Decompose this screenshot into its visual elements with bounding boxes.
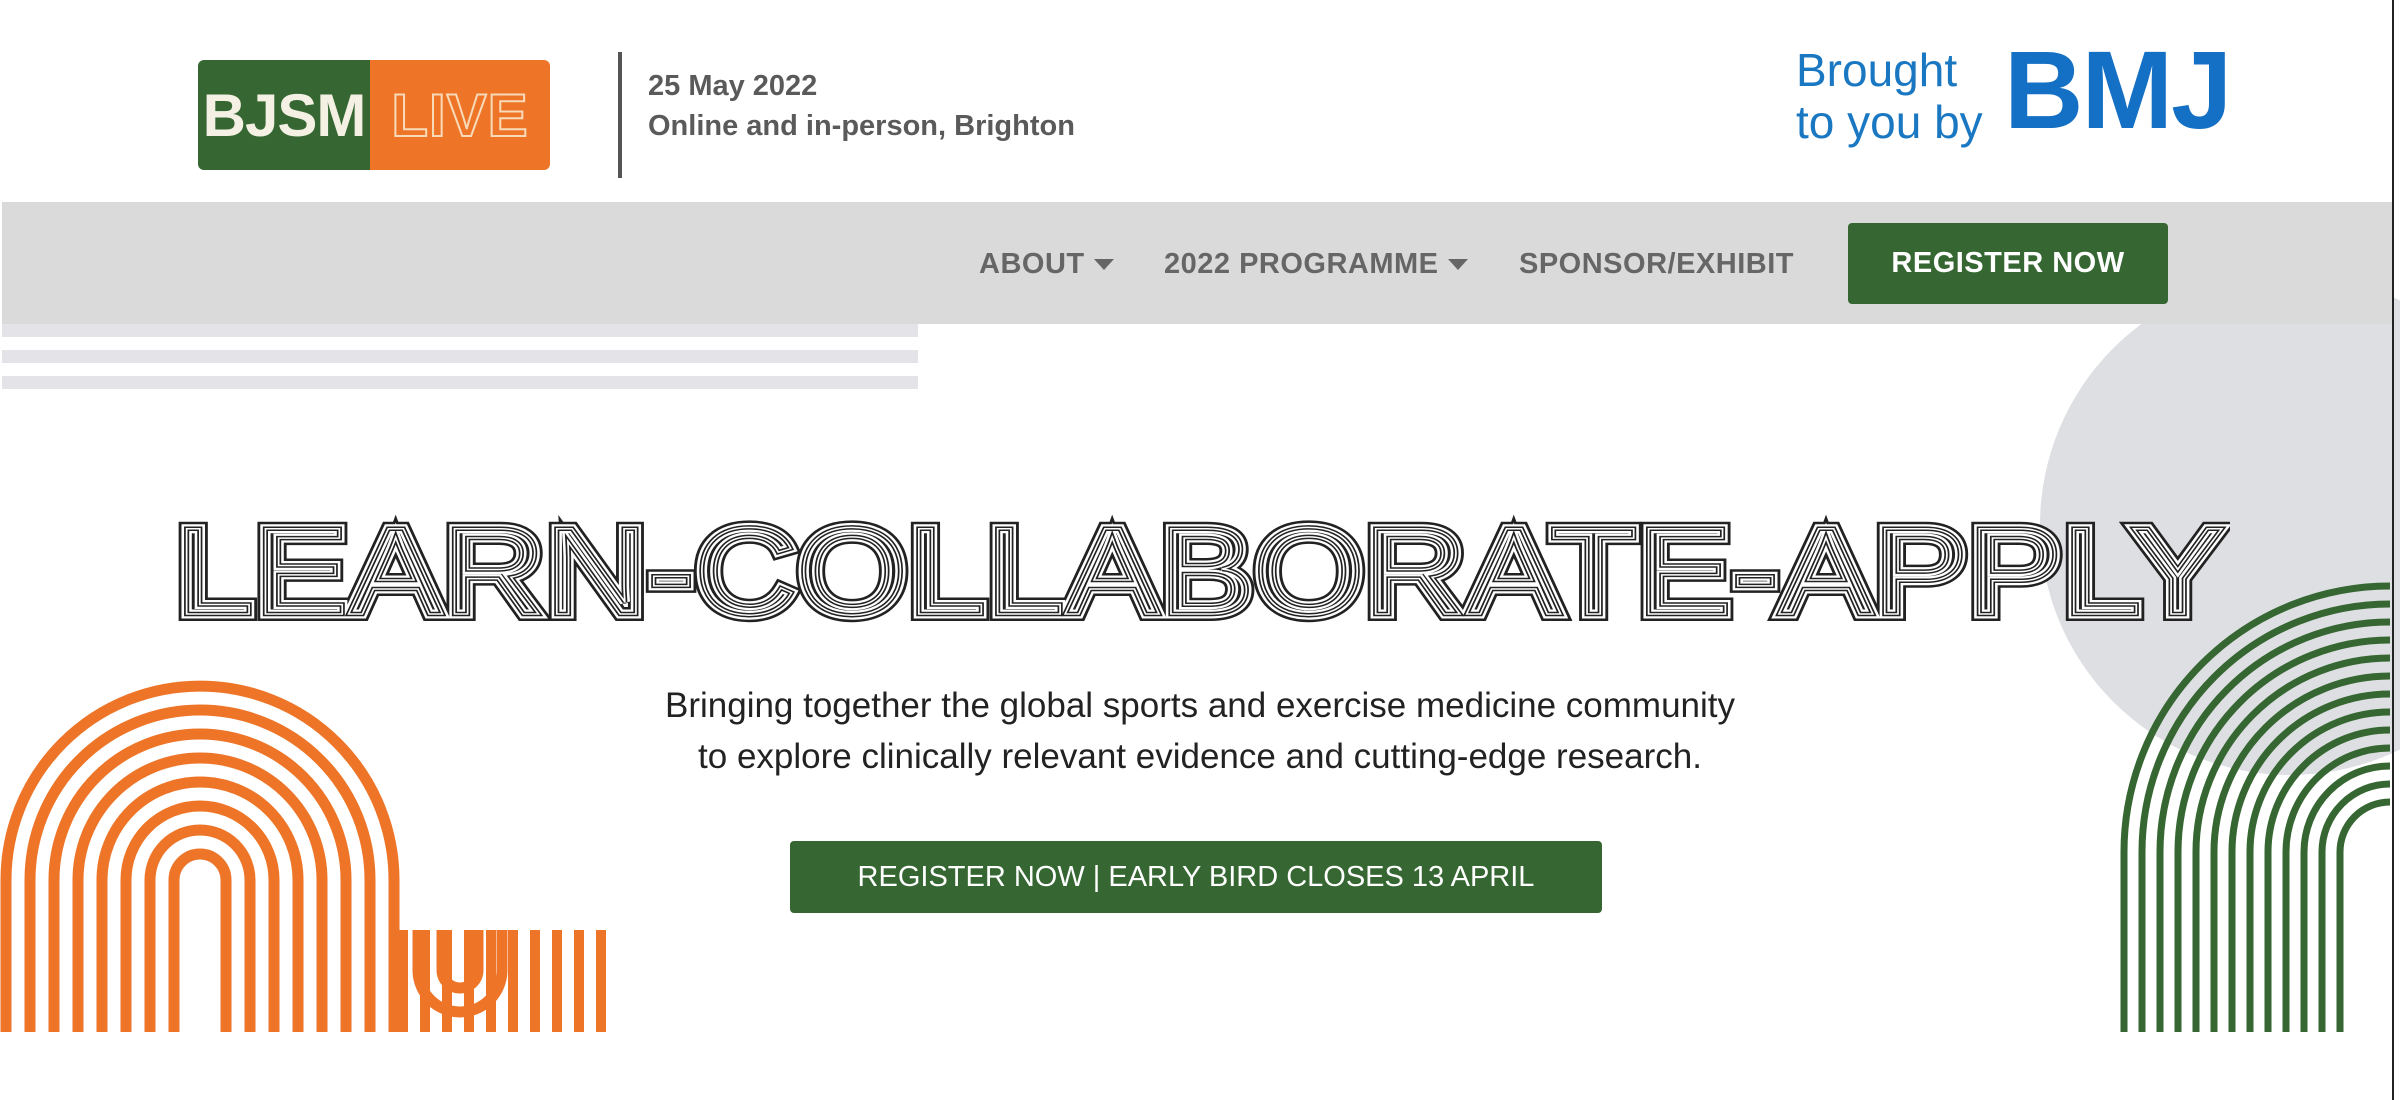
nav-sponsor-label: SPONSOR/EXHIBIT — [1519, 248, 1794, 280]
hero-title: LEARN-COLLABORATE-APPLY LEARN-COLLABORAT… — [170, 500, 2230, 630]
register-early-bird-button[interactable]: REGISTER NOW | EARLY BIRD CLOSES 13 APRI… — [790, 841, 1602, 913]
nav-item-sponsor[interactable]: SPONSOR/EXHIBIT — [1519, 248, 1794, 281]
nav-about-label: ABOUT — [979, 248, 1085, 280]
nav-register-button[interactable]: REGISTER NOW — [1848, 223, 2168, 304]
caret-down-icon — [1093, 259, 1114, 270]
page-right-edge — [2392, 0, 2394, 1100]
nav-item-about[interactable]: ABOUT — [979, 248, 1114, 281]
hero-title-text: LEARN-COLLABORATE-APPLY — [175, 503, 2225, 630]
caret-down-icon — [1447, 259, 1468, 270]
decorative-stripes — [2, 324, 918, 389]
decorative-green-arches — [2120, 582, 2391, 1032]
nav-item-programme[interactable]: 2022 PROGRAMME — [1164, 248, 1468, 281]
nav-programme-label: 2022 PROGRAMME — [1164, 248, 1439, 280]
decorative-orange-arches — [0, 680, 606, 1032]
